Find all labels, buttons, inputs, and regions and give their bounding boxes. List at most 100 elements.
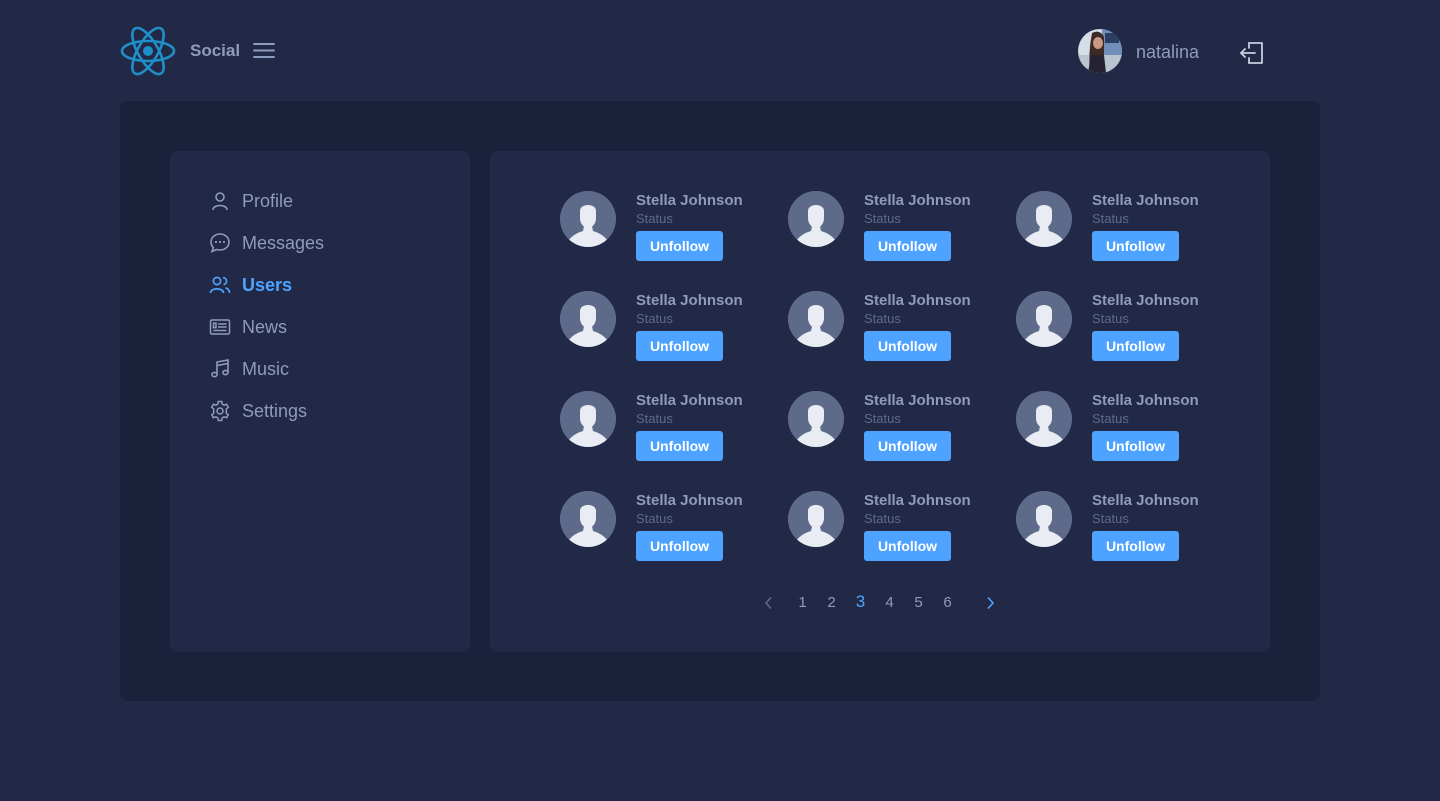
person-silhouette-icon xyxy=(1016,391,1072,447)
chevron-right-icon[interactable] xyxy=(981,593,999,611)
unfollow-button[interactable]: Unfollow xyxy=(864,431,951,461)
user-avatar-placeholder[interactable] xyxy=(788,191,844,247)
unfollow-button[interactable]: Unfollow xyxy=(864,231,951,261)
user-name[interactable]: Stella Johnson xyxy=(864,392,971,409)
user-name[interactable]: Stella Johnson xyxy=(1092,492,1199,509)
user-avatar-placeholder[interactable] xyxy=(560,291,616,347)
user-avatar-placeholder[interactable] xyxy=(788,391,844,447)
user-card: Stella Johnson Status Unfollow xyxy=(1016,291,1216,363)
user-name[interactable]: Stella Johnson xyxy=(636,192,743,209)
user-status: Status xyxy=(636,511,673,526)
sidebar-item-label: Messages xyxy=(242,232,325,253)
user-avatar-placeholder[interactable] xyxy=(560,391,616,447)
page-3-current[interactable]: 3 xyxy=(846,592,875,612)
unfollow-button[interactable]: Unfollow xyxy=(1092,531,1179,561)
user-avatar-placeholder[interactable] xyxy=(788,491,844,547)
sidebar-item-label: Users xyxy=(242,274,293,295)
user-name[interactable]: Stella Johnson xyxy=(864,292,971,309)
header: Social natalina xyxy=(120,22,1320,80)
main-frame: Profile Messages Users News Music Settin… xyxy=(120,101,1320,701)
person-silhouette-icon xyxy=(788,291,844,347)
user-name[interactable]: Stella Johnson xyxy=(1092,192,1199,209)
user-avatar-placeholder[interactable] xyxy=(1016,491,1072,547)
user-status: Status xyxy=(864,411,901,426)
user-avatar-placeholder[interactable] xyxy=(1016,291,1072,347)
unfollow-button[interactable]: Unfollow xyxy=(1092,231,1179,261)
person-silhouette-icon xyxy=(560,391,616,447)
page-1[interactable]: 1 xyxy=(788,594,817,611)
user-name[interactable]: Stella Johnson xyxy=(636,292,743,309)
hamburger-menu-icon[interactable] xyxy=(253,42,275,59)
logout-icon[interactable] xyxy=(1238,39,1266,67)
unfollow-button[interactable]: Unfollow xyxy=(1092,331,1179,361)
person-silhouette-icon xyxy=(1016,491,1072,547)
user-card: Stella Johnson Status Unfollow xyxy=(560,491,760,563)
sidebar-item-news[interactable]: News xyxy=(208,314,287,340)
brand-name: Social xyxy=(190,41,241,60)
person-silhouette-icon xyxy=(1016,291,1072,347)
unfollow-button[interactable]: Unfollow xyxy=(636,431,723,461)
page-6[interactable]: 6 xyxy=(933,594,962,611)
user-avatar-placeholder[interactable] xyxy=(560,191,616,247)
pagination: 1 2 3 4 5 6 xyxy=(760,591,999,613)
page-2[interactable]: 2 xyxy=(817,594,846,611)
user-status: Status xyxy=(636,411,673,426)
user-avatar-placeholder[interactable] xyxy=(560,491,616,547)
user-name[interactable]: Stella Johnson xyxy=(636,492,743,509)
user-card: Stella Johnson Status Unfollow xyxy=(560,191,760,263)
user-card: Stella Johnson Status Unfollow xyxy=(788,391,988,463)
user-status: Status xyxy=(636,211,673,226)
user-avatar[interactable] xyxy=(1078,29,1122,73)
users-panel: Stella Johnson Status Unfollow Stella Johns… xyxy=(490,151,1270,652)
user-card: Stella Johnson Status Unfollow xyxy=(788,291,988,363)
person-silhouette-icon xyxy=(1016,191,1072,247)
person-silhouette-icon xyxy=(788,191,844,247)
user-status: Status xyxy=(1092,311,1129,326)
user-avatar-placeholder[interactable] xyxy=(1016,191,1072,247)
users-icon xyxy=(209,276,231,294)
chat-icon xyxy=(210,233,230,253)
react-logo-icon[interactable] xyxy=(120,24,176,78)
sidebar-item-label: News xyxy=(242,316,288,337)
unfollow-button[interactable]: Unfollow xyxy=(636,231,723,261)
user-name[interactable]: Stella Johnson xyxy=(636,392,743,409)
user-name[interactable]: Stella Johnson xyxy=(864,192,971,209)
music-icon xyxy=(211,359,229,378)
unfollow-button[interactable]: Unfollow xyxy=(864,331,951,361)
unfollow-button[interactable]: Unfollow xyxy=(864,531,951,561)
page-4[interactable]: 4 xyxy=(875,594,904,611)
user-icon xyxy=(212,192,228,211)
person-silhouette-icon xyxy=(788,491,844,547)
sidebar-item-settings[interactable]: Settings xyxy=(208,398,307,424)
unfollow-button[interactable]: Unfollow xyxy=(636,331,723,361)
user-name[interactable]: Stella Johnson xyxy=(1092,292,1199,309)
person-silhouette-icon xyxy=(560,491,616,547)
sidebar-item-music[interactable]: Music xyxy=(208,356,289,382)
user-name[interactable]: Stella Johnson xyxy=(1092,392,1199,409)
user-card: Stella Johnson Status Unfollow xyxy=(788,191,988,263)
page-5[interactable]: 5 xyxy=(904,594,933,611)
gear-icon xyxy=(210,400,230,422)
unfollow-button[interactable]: Unfollow xyxy=(1092,431,1179,461)
unfollow-button[interactable]: Unfollow xyxy=(636,531,723,561)
user-card: Stella Johnson Status Unfollow xyxy=(560,291,760,363)
sidebar-item-label: Profile xyxy=(242,190,294,211)
user-card: Stella Johnson Status Unfollow xyxy=(788,491,988,563)
user-status: Status xyxy=(1092,511,1129,526)
person-silhouette-icon xyxy=(788,391,844,447)
user-status: Status xyxy=(1092,411,1129,426)
newspaper-icon xyxy=(209,319,231,335)
user-avatar-placeholder[interactable] xyxy=(1016,391,1072,447)
sidebar-item-messages[interactable]: Messages xyxy=(208,230,324,256)
user-card: Stella Johnson Status Unfollow xyxy=(560,391,760,463)
sidebar-item-label: Settings xyxy=(242,400,308,421)
user-avatar-placeholder[interactable] xyxy=(788,291,844,347)
user-card: Stella Johnson Status Unfollow xyxy=(1016,191,1216,263)
username[interactable]: natalina xyxy=(1136,42,1199,63)
sidebar-item-profile[interactable]: Profile xyxy=(208,188,293,214)
chevron-left-icon[interactable] xyxy=(760,593,778,611)
user-status: Status xyxy=(864,511,901,526)
user-status: Status xyxy=(636,311,673,326)
sidebar-item-users[interactable]: Users xyxy=(208,272,292,298)
user-name[interactable]: Stella Johnson xyxy=(864,492,971,509)
